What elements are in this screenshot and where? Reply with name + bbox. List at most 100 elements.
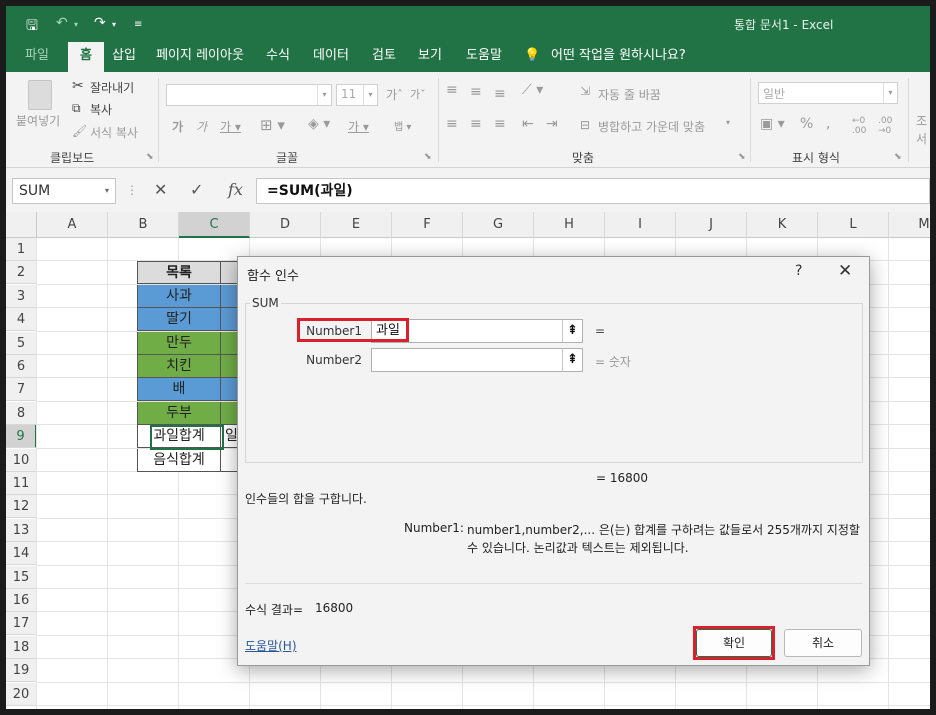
align-middle-icon[interactable]: ≡	[470, 84, 482, 100]
wrap-text-button[interactable]: 자동 줄 바꿈	[598, 86, 661, 103]
undo-icon[interactable]: ↶	[56, 15, 68, 31]
merge-icon[interactable]: ⊟	[580, 118, 590, 132]
row-header[interactable]: 19	[6, 659, 37, 683]
cancel-button[interactable]: 취소	[784, 629, 862, 657]
increase-font-icon[interactable]: 가ˆ	[386, 86, 403, 103]
tell-me-input[interactable]: 어떤 작업을 원하시나요?	[551, 42, 686, 72]
item-name-cell[interactable]: 배	[137, 378, 221, 402]
name-box[interactable]: SUM ▾	[12, 178, 116, 204]
column-header[interactable]: L	[818, 212, 889, 238]
tab-page-layout[interactable]: 페이지 레이아웃	[152, 42, 248, 72]
merge-center-button[interactable]: 병합하고 가운데 맞춤	[598, 118, 705, 135]
active-cell[interactable]	[150, 425, 224, 450]
item-name-cell[interactable]: 치킨	[137, 355, 221, 378]
row-header[interactable]: 13	[6, 518, 37, 542]
column-header[interactable]: H	[534, 212, 605, 238]
row-header[interactable]: 7	[6, 378, 37, 402]
decrease-indent-icon[interactable]: ⇤	[522, 116, 534, 132]
font-name-combo[interactable]: ▾	[166, 84, 332, 106]
bold-icon[interactable]: 가	[172, 118, 183, 135]
column-header[interactable]: E	[321, 212, 392, 238]
redo-icon[interactable]: ↷	[94, 15, 106, 31]
format-painter-icon[interactable]: 🖌	[72, 124, 87, 138]
orientation-icon[interactable]: ⟋ ▾	[522, 82, 543, 98]
redo-dropdown-icon[interactable]: ▾	[112, 20, 116, 29]
percent-icon[interactable]: %	[800, 116, 813, 132]
row-header[interactable]: 3	[6, 284, 37, 308]
cut-button[interactable]: 잘라내기	[90, 79, 134, 96]
alignment-launcher-icon[interactable]: ⬊	[738, 152, 746, 162]
phonetic-icon[interactable]: 뱁 ▾	[394, 118, 411, 133]
row-header[interactable]: 2	[6, 261, 37, 285]
save-icon[interactable]: 🖫	[26, 15, 38, 39]
clipboard-launcher-icon[interactable]: ⬊	[146, 152, 154, 162]
format-painter-button[interactable]: 서식 복사	[90, 124, 138, 141]
paste-button[interactable]: 붙여넣기	[16, 112, 60, 129]
font-size-combo[interactable]: 11 ▾	[336, 84, 378, 106]
increase-decimal-icon[interactable]: ←0.00	[852, 116, 866, 136]
column-header[interactable]: M	[889, 212, 930, 238]
select-all-corner[interactable]	[6, 212, 37, 238]
chevron-down-icon[interactable]: ▾	[726, 118, 730, 127]
number-format-combo[interactable]: 일반 ▾	[758, 82, 898, 104]
item-name-cell[interactable]: 두부	[137, 401, 221, 425]
table-header-cell[interactable]: 목록	[137, 261, 221, 285]
help-icon[interactable]: ?	[795, 263, 802, 279]
item-name-cell[interactable]: 딸기	[137, 308, 221, 332]
column-header[interactable]: B	[108, 212, 179, 238]
row-header[interactable]: 8	[6, 401, 37, 425]
increase-indent-icon[interactable]: ⇥	[546, 116, 558, 132]
formula-input[interactable]: =SUM(과일)	[256, 178, 930, 204]
close-icon[interactable]: ✕	[838, 261, 852, 281]
decrease-font-icon[interactable]: 가ˇ	[410, 86, 426, 102]
column-header[interactable]: K	[747, 212, 818, 238]
italic-icon[interactable]: 가	[196, 118, 207, 135]
collapse-dialog-icon[interactable]: ⇞	[562, 349, 582, 371]
align-top-icon[interactable]: ≡	[446, 82, 458, 98]
tab-home[interactable]: 홈	[68, 42, 104, 72]
column-header[interactable]: F	[392, 212, 463, 238]
tab-review[interactable]: 검토	[366, 42, 402, 72]
column-header[interactable]: D	[250, 212, 321, 238]
row-header[interactable]: 18	[6, 635, 37, 659]
tab-formulas[interactable]: 수식	[260, 42, 296, 72]
decrease-decimal-icon[interactable]: .00 →0	[878, 116, 892, 136]
align-right-icon[interactable]: ≡	[494, 116, 506, 132]
copy-button[interactable]: 복사	[90, 101, 112, 118]
underline-icon[interactable]: 가 ▾	[220, 118, 241, 135]
align-center-icon[interactable]: ≡	[470, 116, 482, 132]
column-header[interactable]: G	[463, 212, 534, 238]
enter-icon[interactable]: ✓	[190, 180, 203, 199]
font-color-icon[interactable]: 가 ▾	[348, 118, 369, 135]
collapse-dialog-icon[interactable]: ⇞	[562, 320, 582, 342]
align-left-icon[interactable]: ≡	[446, 116, 458, 132]
borders-icon[interactable]: ⊞ ▾	[260, 116, 285, 134]
row-header[interactable]: 9	[6, 425, 37, 449]
column-header[interactable]: A	[37, 212, 108, 238]
cancel-icon[interactable]: ✕	[154, 180, 167, 199]
tab-file[interactable]: 파일	[18, 42, 56, 72]
row-header[interactable]: 16	[6, 589, 37, 612]
tab-view[interactable]: 보기	[412, 42, 448, 72]
column-header[interactable]: C	[179, 212, 250, 238]
number-launcher-icon[interactable]: ⬊	[894, 152, 902, 162]
font-launcher-icon[interactable]: ⬊	[424, 152, 432, 162]
row-header[interactable]: 17	[6, 612, 37, 636]
paste-icon[interactable]	[28, 80, 52, 110]
tab-data[interactable]: 데이터	[308, 42, 354, 72]
comma-icon[interactable]: ,	[826, 116, 830, 132]
copy-icon[interactable]: ⧉	[72, 101, 81, 116]
cut-icon[interactable]: ✂	[72, 78, 84, 94]
row-header[interactable]: 6	[6, 355, 37, 378]
tab-insert[interactable]: 삽입	[106, 42, 142, 72]
undo-dropdown-icon[interactable]: ▾	[74, 20, 78, 29]
row-header[interactable]: 14	[6, 542, 37, 566]
help-link[interactable]: 도움말(H)	[245, 637, 297, 654]
row-header[interactable]: 1	[6, 238, 37, 261]
item-name-cell[interactable]: 만두	[137, 331, 221, 355]
row-header[interactable]: 11	[6, 472, 37, 495]
currency-icon[interactable]: ▣ ▾	[760, 116, 785, 132]
column-header[interactable]: J	[676, 212, 747, 238]
item-name-cell[interactable]: 사과	[137, 284, 221, 308]
insert-function-icon[interactable]: fx	[228, 180, 243, 199]
